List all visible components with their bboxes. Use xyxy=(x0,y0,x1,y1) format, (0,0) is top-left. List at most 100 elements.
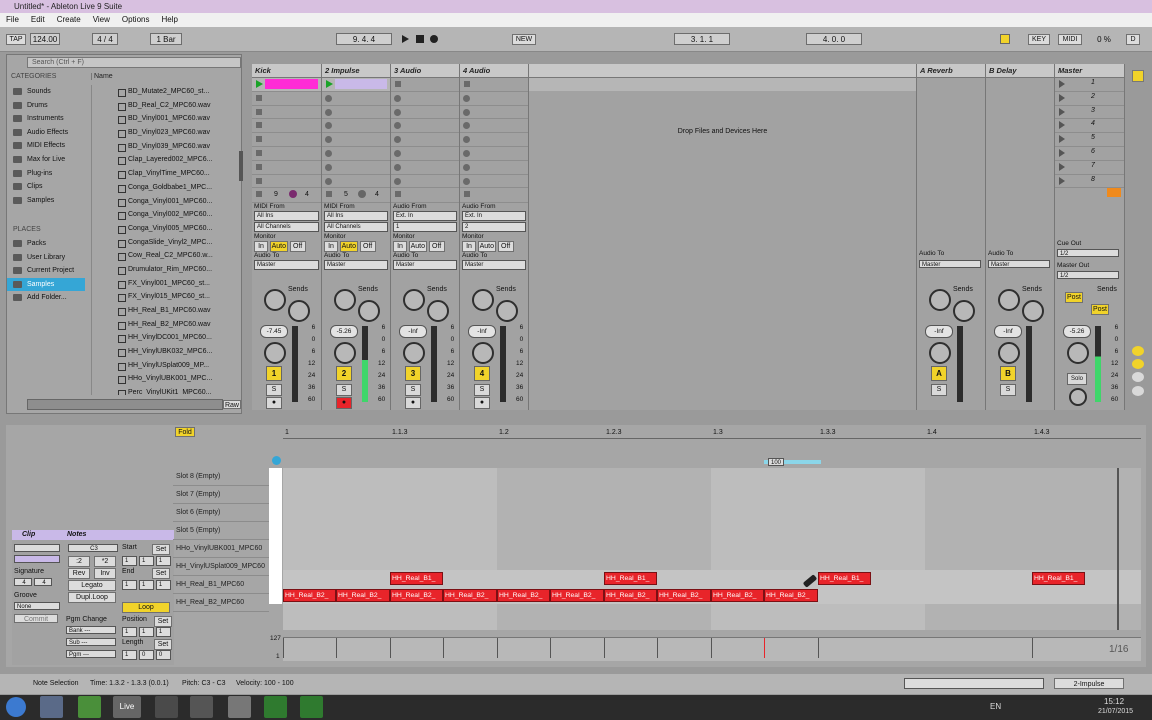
file-item[interactable]: HH_VinylUBK032_MPC6... xyxy=(92,345,235,359)
scene-launch[interactable]: 3 xyxy=(1055,106,1124,120)
menu-edit[interactable]: Edit xyxy=(31,15,45,24)
monitor-in[interactable]: In xyxy=(462,241,476,253)
input-type-select[interactable]: All Ins xyxy=(324,211,388,222)
category-instruments[interactable]: Instruments xyxy=(7,112,85,126)
returns-toggle-icon[interactable] xyxy=(1132,372,1144,382)
place-current-project[interactable]: Current Project xyxy=(7,264,85,278)
file-item[interactable]: BD_Vinyl039_MPC60.wav xyxy=(92,140,235,154)
file-item[interactable]: HH_Real_B1_MPC60.wav xyxy=(92,304,235,318)
file-item[interactable]: HHo_VinylUBK001_MPC... xyxy=(92,372,235,386)
midi-note[interactable]: HH_Real_B1_ xyxy=(1032,572,1085,585)
pan-knob[interactable] xyxy=(472,342,494,364)
file-item[interactable]: Conga_Vinyl002_MPC60... xyxy=(92,208,235,222)
tap-button[interactable]: TAP xyxy=(6,34,26,45)
io-toggle-icon[interactable] xyxy=(1132,346,1144,356)
track-header[interactable]: Master xyxy=(1055,64,1124,78)
pan-knob[interactable] xyxy=(998,342,1020,364)
stop-square-icon[interactable] xyxy=(326,191,332,198)
mixer-toggle-icon[interactable] xyxy=(1132,386,1144,396)
clip-slot[interactable] xyxy=(460,147,528,161)
clip-slot[interactable] xyxy=(460,119,528,134)
track-volume[interactable]: -Inf xyxy=(925,325,953,338)
clip-slot[interactable] xyxy=(391,147,459,161)
track-activator[interactable]: B xyxy=(1000,366,1016,381)
recorder-icon[interactable] xyxy=(300,696,323,718)
clip-slot[interactable] xyxy=(460,133,528,147)
file-item[interactable]: BD_Vinyl023_MPC60.wav xyxy=(92,126,235,140)
view-toggle-icon[interactable] xyxy=(1132,70,1144,82)
file-item[interactable]: Conga_Vinyl001_MPC60... xyxy=(92,195,235,209)
solo-button[interactable]: S xyxy=(336,384,352,396)
calculator-icon[interactable] xyxy=(155,696,178,718)
menu-help[interactable]: Help xyxy=(161,15,177,24)
monitor-auto[interactable]: Auto xyxy=(269,241,288,253)
category-clips[interactable]: Clips xyxy=(7,180,85,194)
new-button[interactable]: NEW xyxy=(512,34,536,45)
master-volume[interactable]: -5.26 xyxy=(1063,325,1091,338)
post-button-a[interactable]: Post xyxy=(1065,292,1083,303)
track-volume[interactable]: -Inf xyxy=(994,325,1022,338)
midi-note[interactable]: HH_Real_B2_ xyxy=(497,589,550,602)
clip-slot[interactable] xyxy=(322,161,390,175)
category-samples[interactable]: Samples xyxy=(7,194,85,208)
input-channel-select[interactable]: All Channels xyxy=(254,222,319,233)
loop-start[interactable]: 3. 1. 1 xyxy=(674,33,730,45)
clip-slot[interactable] xyxy=(322,147,390,161)
clip-slot[interactable] xyxy=(460,106,528,120)
clip-slot[interactable] xyxy=(322,78,390,92)
midi-note[interactable]: HH_Real_B2_ xyxy=(443,589,497,602)
explorer-icon[interactable] xyxy=(40,696,63,718)
loop-position[interactable]: 1 1 1 xyxy=(122,627,172,637)
sends-toggle-icon[interactable] xyxy=(1132,359,1144,369)
follow-icon[interactable] xyxy=(272,456,281,465)
clip-slot[interactable] xyxy=(322,119,390,134)
midi-note-selected[interactable]: HH_Real_B2_ xyxy=(764,589,818,602)
send-b-knob[interactable] xyxy=(1022,300,1044,322)
cue-volume-knob[interactable] xyxy=(1069,388,1087,406)
track-header[interactable]: Kick xyxy=(252,64,321,78)
half-length-button[interactable]: :2 xyxy=(68,556,90,567)
midi-note[interactable]: HH_Real_B2_ xyxy=(336,589,390,602)
scene-launch[interactable]: 2 xyxy=(1055,92,1124,106)
send-b-knob[interactable] xyxy=(427,300,449,322)
input-type-select[interactable]: Ext. In xyxy=(393,211,457,222)
clip-slot[interactable] xyxy=(252,78,321,92)
media-icon[interactable] xyxy=(190,696,213,718)
arm-button[interactable]: ● xyxy=(474,397,490,409)
monitor-in[interactable]: In xyxy=(254,241,268,253)
track-header[interactable]: 3 Audio xyxy=(391,64,459,78)
midi-note[interactable]: HH_Real_B1_ xyxy=(818,572,871,585)
lane-name[interactable]: HH_Real_B1_MPC60 xyxy=(173,576,269,594)
start-icon[interactable] xyxy=(6,697,26,717)
post-button-b[interactable]: Post xyxy=(1091,304,1109,315)
solo-button[interactable]: S xyxy=(931,384,947,396)
send-a-knob[interactable] xyxy=(929,289,951,311)
place-packs[interactable]: Packs xyxy=(7,237,85,251)
pan-knob[interactable] xyxy=(264,342,286,364)
clip-play-icon[interactable] xyxy=(326,80,333,88)
midi-note[interactable]: HH_Real_B1_ xyxy=(604,572,657,585)
midi-note[interactable]: HH_Real_B2_ xyxy=(657,589,711,602)
track-header[interactable]: B Delay xyxy=(986,64,1054,78)
commit-button[interactable]: Commit xyxy=(14,614,58,623)
master-out-select[interactable]: 1/2 xyxy=(1057,271,1119,279)
clip-slot[interactable] xyxy=(252,92,321,106)
midi-note[interactable]: HH_Real_B2_ xyxy=(283,589,336,602)
lane-preview-strip[interactable] xyxy=(269,468,282,604)
solo-button[interactable]: S xyxy=(266,384,282,396)
invert-button[interactable]: Inv xyxy=(94,568,116,579)
stop-icon[interactable] xyxy=(416,35,424,43)
clip-slot[interactable] xyxy=(391,119,459,134)
program-field[interactable]: Pgm --- xyxy=(66,650,116,658)
legato-button[interactable]: Legato xyxy=(68,580,116,591)
clip-slot[interactable] xyxy=(460,92,528,106)
clip-slot[interactable] xyxy=(252,106,321,120)
pan-knob[interactable] xyxy=(334,342,356,364)
clip-slot[interactable] xyxy=(322,106,390,120)
monitor-off[interactable]: Off xyxy=(359,241,376,253)
clip-slot[interactable] xyxy=(252,175,321,189)
play-icon[interactable] xyxy=(402,35,409,43)
track-header[interactable]: A Reverb xyxy=(917,64,985,78)
menu-view[interactable]: View xyxy=(93,15,110,24)
midi-note[interactable]: HH_Real_B2_ xyxy=(711,589,764,602)
